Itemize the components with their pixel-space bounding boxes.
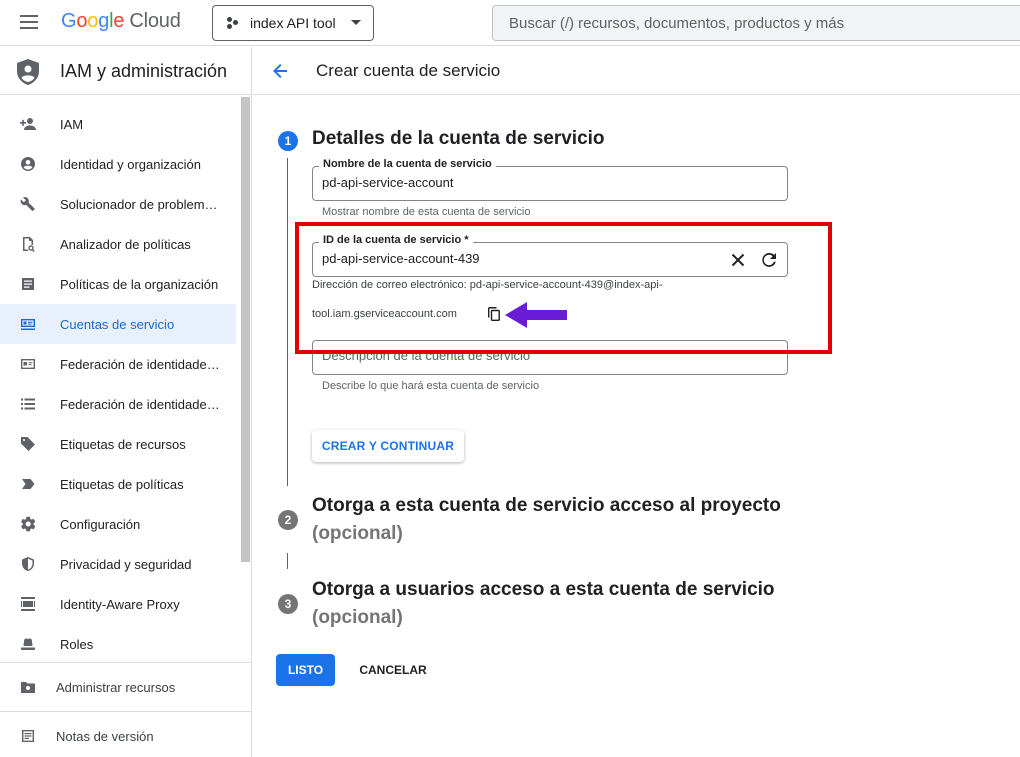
sidebar-item-label: Configuración [60,516,141,532]
sidebar-item-label: Etiquetas de recursos [60,436,186,452]
sidebar: IAM y administración IAM Identidad y org… [0,47,252,757]
sidebar-footer-label: Administrar recursos [56,679,176,695]
hat-icon [0,636,60,652]
sidebar-item-troubleshooter[interactable]: Solucionador de problem… [0,184,236,224]
search-input[interactable] [509,14,1020,32]
sidebar-scrollbar[interactable] [241,97,250,562]
step-2-number: 2 [278,510,298,530]
description-hint: Describe lo que hará esta cuenta de serv… [322,380,540,392]
chevron-down-icon [351,20,361,25]
top-bar: Google Cloud index API tool [0,0,1020,46]
sidebar-item-label: Roles [60,636,94,652]
search-bar[interactable] [492,5,1020,41]
sidebar-item-label: Identidad y organización [60,156,201,172]
step-3-optional: (opcional) [312,607,403,628]
step-1-number: 1 [278,131,298,151]
person-add-icon [0,116,60,132]
sidebar-item-label: Identity-Aware Proxy [60,596,180,612]
sidebar-item-label: IAM [60,116,84,132]
menu-icon[interactable] [20,15,38,29]
iam-shield-icon [17,59,39,85]
sidebar-item-manage-resources[interactable]: Administrar recursos [0,667,251,707]
sidebar-item-iam[interactable]: IAM [0,104,236,144]
sidebar-item-release-notes[interactable]: Notas de versión [0,716,251,756]
service-account-icon [0,316,60,332]
cancel-button[interactable]: CANCELAR [349,654,437,686]
label-icon [0,476,60,492]
step-2-optional: (opcional) [312,523,403,544]
main-header: Crear cuenta de servicio [253,47,1020,95]
sidebar-item-label: Analizador de políticas [60,236,191,252]
sidebar-item-service-accounts[interactable]: Cuentas de servicio [0,304,236,344]
logo-cloud-text: Cloud [129,10,181,32]
display-name-input[interactable] [322,175,702,190]
proxy-icon [0,596,60,612]
sidebar-item-resource-tags[interactable]: Etiquetas de recursos [0,424,236,464]
sidebar-divider [0,662,251,663]
wrench-icon [0,196,60,212]
sidebar-item-workload-federation[interactable]: Federación de identidade… [0,344,236,384]
sidebar-item-label: Etiquetas de políticas [60,476,184,492]
sidebar-title: IAM y administración [60,61,228,81]
project-icon [227,17,239,29]
done-button[interactable]: LISTO [276,654,335,686]
sidebar-item-workforce-federation[interactable]: Federación de identidade… [0,384,236,424]
sidebar-footer-label: Notas de versión [56,728,154,744]
logo-google-text: Google [61,10,125,32]
sidebar-item-label: Federación de identidade… [60,396,220,412]
sidebar-item-label: Solucionador de problem… [60,196,218,212]
step-2-title[interactable]: Otorga a esta cuenta de servicio acceso … [312,495,781,517]
id-card-icon [0,356,60,372]
document-search-icon [0,236,60,252]
article-icon [0,276,60,292]
sidebar-item-settings[interactable]: Configuración [0,504,236,544]
display-name-hint: Mostrar nombre de esta cuenta de servici… [322,206,531,218]
sidebar-item-label: Cuentas de servicio [60,316,175,332]
sidebar-item-iap[interactable]: Identity-Aware Proxy [0,584,236,624]
step-3-title[interactable]: Otorga a usuarios acceso a esta cuenta d… [312,579,775,601]
step-1-title: Detalles de la cuenta de servicio [312,128,605,149]
back-arrow-icon[interactable] [270,61,290,81]
sidebar-item-label: Políticas de la organización [60,276,219,292]
list-icon [0,396,60,412]
highlight-box [295,222,832,354]
manage-resources-icon [0,679,56,695]
gear-icon [0,516,60,532]
sidebar-item-roles[interactable]: Roles [0,624,236,664]
page-title: Crear cuenta de servicio [316,61,501,80]
sidebar-item-policy-tags[interactable]: Etiquetas de políticas [0,464,236,504]
sidebar-nav: IAM Identidad y organización Solucionado… [0,104,236,664]
release-notes-icon [0,728,56,744]
step-connector [287,553,288,569]
sidebar-item-org-policies[interactable]: Políticas de la organización [0,264,236,304]
step-connector [287,158,288,486]
sidebar-item-label: Federación de identidade… [60,356,220,372]
sidebar-item-label: Privacidad y seguridad [60,556,192,572]
create-and-continue-button[interactable]: CREAR Y CONTINUAR [312,430,464,462]
tag-icon [0,436,60,452]
display-name-field[interactable]: Nombre de la cuenta de servicio [312,158,788,201]
display-name-label: Nombre de la cuenta de servicio [319,158,496,170]
google-cloud-logo[interactable]: Google Cloud [61,10,181,33]
project-selector[interactable]: index API tool [212,5,374,41]
shield-icon [0,556,60,572]
step-3-number: 3 [278,594,298,614]
account-circle-icon [0,156,60,172]
sidebar-item-identity[interactable]: Identidad y organización [0,144,236,184]
sidebar-header: IAM y administración [0,47,251,95]
sidebar-divider [0,711,251,712]
project-name: index API tool [250,15,336,31]
sidebar-item-privacy[interactable]: Privacidad y seguridad [0,544,236,584]
sidebar-item-policy-analyzer[interactable]: Analizador de políticas [0,224,236,264]
